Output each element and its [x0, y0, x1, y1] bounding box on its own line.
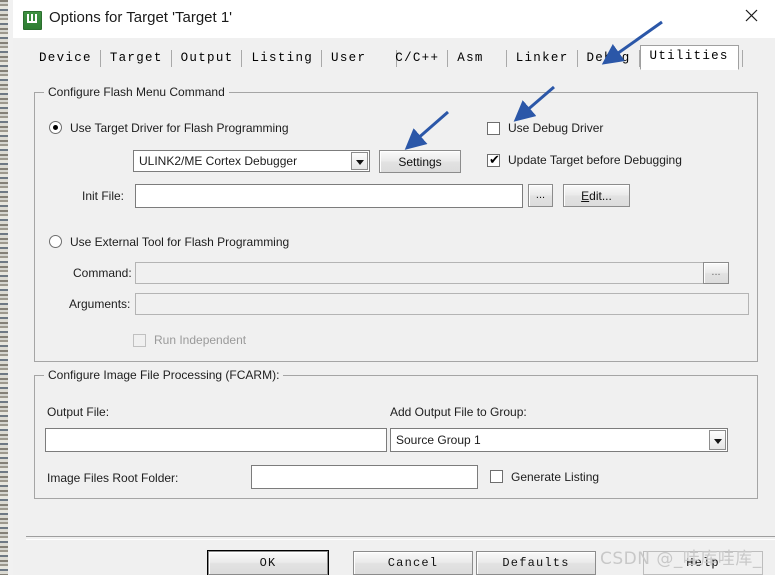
- add-output-group-value: Source Group 1: [396, 433, 481, 447]
- tab-asm[interactable]: Asm: [448, 47, 507, 69]
- group-legend: Configure Flash Menu Command: [44, 85, 229, 99]
- group-legend-fcarm: Configure Image File Processing (FCARM):: [44, 368, 284, 382]
- checkbox-update-target-before-debugging[interactable]: ✔: [487, 154, 500, 167]
- options-dialog: Options for Target 'Target 1' Device Targ…: [13, 0, 775, 575]
- label-update-target-before-debugging: Update Target before Debugging: [508, 153, 682, 167]
- title-bar: Options for Target 'Target 1': [13, 0, 775, 38]
- window-title: Options for Target 'Target 1': [49, 9, 233, 26]
- label-use-target-driver: Use Target Driver for Flash Programming: [70, 121, 289, 135]
- tab-label: Utilities: [649, 49, 729, 63]
- tab-c-cpp[interactable]: C/C++: [386, 47, 449, 69]
- label-run-independent: Run Independent: [154, 333, 247, 347]
- tab-label: Target: [109, 51, 163, 65]
- command-input[interactable]: [135, 262, 708, 284]
- flash-driver-value: ULINK2/ME Cortex Debugger: [139, 154, 298, 168]
- checkbox-run-independent: [133, 334, 146, 347]
- ok-button[interactable]: OK: [208, 551, 328, 575]
- chevron-down-icon-2[interactable]: [709, 430, 726, 450]
- defaults-button[interactable]: Defaults: [476, 551, 596, 575]
- settings-button[interactable]: Settings: [379, 150, 461, 173]
- tab-linker[interactable]: Linker: [507, 47, 578, 69]
- tab-debug[interactable]: Debug: [578, 47, 640, 69]
- label-output-file: Output File:: [47, 405, 110, 419]
- label-use-external-tool: Use External Tool for Flash Programming: [70, 235, 290, 249]
- tab-label: Listing: [251, 51, 314, 65]
- checkmark-icon: ✔: [489, 153, 500, 168]
- background-ide-edge: [0, 0, 8, 575]
- tab-target[interactable]: Target: [101, 47, 172, 69]
- label-generate-listing: Generate Listing: [511, 470, 600, 484]
- screenshot-root: Options for Target 'Target 1' Device Targ…: [0, 0, 775, 575]
- tab-label: C/C++: [395, 51, 440, 65]
- tab-label: Debug: [586, 51, 631, 65]
- tab-label: User: [331, 51, 367, 65]
- edit-button-rest: dit...: [589, 189, 612, 203]
- dialog-body: Configure Flash Menu Command Use Target …: [13, 70, 775, 575]
- init-file-edit-button[interactable]: Edit...: [563, 184, 630, 207]
- keil-uvision-icon: [23, 11, 42, 30]
- tab-overflow: [739, 47, 743, 69]
- tab-listing[interactable]: Listing: [242, 47, 323, 69]
- close-icon[interactable]: [729, 0, 775, 30]
- footer-divider: [26, 536, 775, 540]
- command-browse-button[interactable]: ...: [703, 262, 729, 284]
- init-file-browse-button[interactable]: ...: [528, 184, 553, 207]
- checkbox-use-debug-driver[interactable]: [487, 122, 500, 135]
- tab-label: Output: [180, 51, 234, 65]
- csdn-watermark: CSDN @_哇库哇库_: [600, 549, 762, 569]
- label-use-debug-driver: Use Debug Driver: [508, 121, 604, 135]
- add-output-file-to-group-combo[interactable]: Source Group 1: [390, 428, 728, 452]
- label-add-output-file-to-group: Add Output File to Group:: [390, 405, 527, 419]
- tab-device[interactable]: Device: [30, 47, 101, 69]
- radio-use-external-tool[interactable]: [49, 235, 62, 248]
- close-glyph: [745, 9, 758, 22]
- tab-label: Linker: [515, 51, 569, 65]
- cancel-button[interactable]: Cancel: [353, 551, 473, 575]
- label-init-file: Init File:: [82, 189, 125, 203]
- tab-output[interactable]: Output: [172, 47, 243, 69]
- tab-label: Device: [39, 51, 92, 65]
- tab-user[interactable]: User: [322, 47, 398, 69]
- label-image-files-root-folder: Image Files Root Folder:: [47, 471, 179, 485]
- init-file-input[interactable]: [135, 184, 523, 208]
- tab-label: Asm: [457, 51, 484, 65]
- tab-bar: Device Target Output Listing User C/C++ Asm Lin…: [30, 45, 743, 71]
- chevron-down-icon[interactable]: [351, 152, 368, 170]
- flash-driver-combo[interactable]: ULINK2/ME Cortex Debugger: [133, 150, 370, 172]
- radio-use-target-driver[interactable]: [49, 121, 62, 134]
- arguments-input[interactable]: [135, 293, 749, 315]
- edit-button-mnemonic: E: [581, 189, 590, 203]
- label-arguments: Arguments:: [69, 297, 131, 311]
- tab-utilities[interactable]: Utilities: [639, 45, 739, 70]
- checkbox-generate-listing[interactable]: [490, 470, 503, 483]
- output-file-input[interactable]: [45, 428, 387, 452]
- image-files-root-folder-input[interactable]: [251, 465, 478, 489]
- label-command: Command:: [73, 266, 132, 280]
